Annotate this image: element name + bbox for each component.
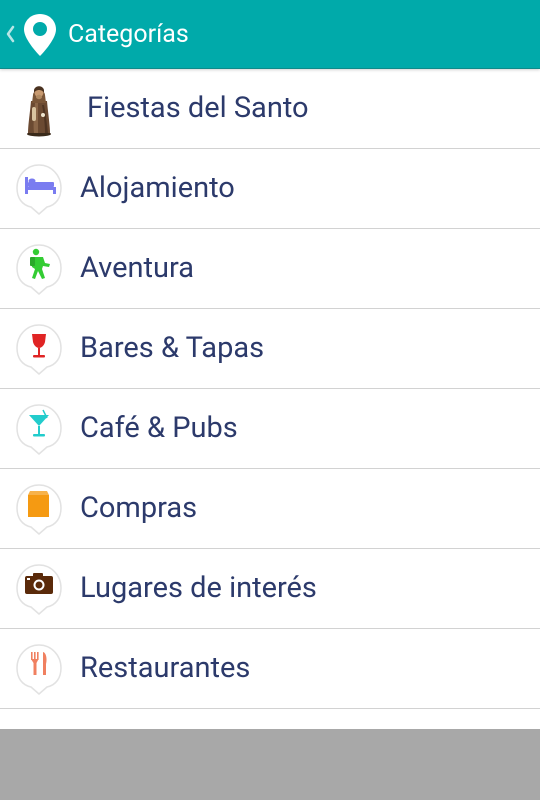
list-item-label: Café & Pubs <box>80 411 238 445</box>
list-item-label: Bares & Tapas <box>80 331 265 365</box>
bed-icon <box>16 164 62 215</box>
shopping-bag-icon <box>16 484 62 535</box>
list-item-lugares-de-interes[interactable]: Lugares de interés <box>0 549 540 629</box>
app-screen: Categorías Fiestas del Santo Alojamiento… <box>0 0 540 800</box>
map-pin-icon[interactable] <box>22 12 58 58</box>
list-item-aventura[interactable]: Aventura <box>0 229 540 309</box>
bottom-navigation-bar <box>0 729 540 800</box>
wine-glass-icon <box>16 324 62 375</box>
list-item-label: Restaurantes <box>80 651 251 685</box>
list-item-label: Alojamiento <box>80 171 235 205</box>
list-item-fiestas-del-santo[interactable]: Fiestas del Santo <box>0 69 540 149</box>
list-item-bares-tapas[interactable]: Bares & Tapas <box>0 309 540 389</box>
list-item-label: Compras <box>80 491 198 525</box>
list-item-cafe-pubs[interactable]: Café & Pubs <box>0 389 540 469</box>
camera-icon <box>16 564 62 615</box>
list-item-label: Lugares de interés <box>80 571 317 605</box>
hiker-icon <box>16 244 62 295</box>
cocktail-glass-icon <box>16 404 62 455</box>
action-bar: Categorías <box>0 0 540 69</box>
list-item-label: Fiestas del Santo <box>87 91 309 125</box>
list-item-alojamiento[interactable]: Alojamiento <box>0 149 540 229</box>
list-item-label: Aventura <box>80 251 194 285</box>
saint-figure-icon <box>27 86 51 137</box>
chevron-left-icon[interactable] <box>4 20 16 48</box>
category-list: Fiestas del Santo Alojamiento Aventura B… <box>0 69 540 709</box>
page-title: Categorías <box>68 20 189 49</box>
fork-knife-icon <box>16 644 62 695</box>
list-item-compras[interactable]: Compras <box>0 469 540 549</box>
list-item-restaurantes[interactable]: Restaurantes <box>0 629 540 709</box>
